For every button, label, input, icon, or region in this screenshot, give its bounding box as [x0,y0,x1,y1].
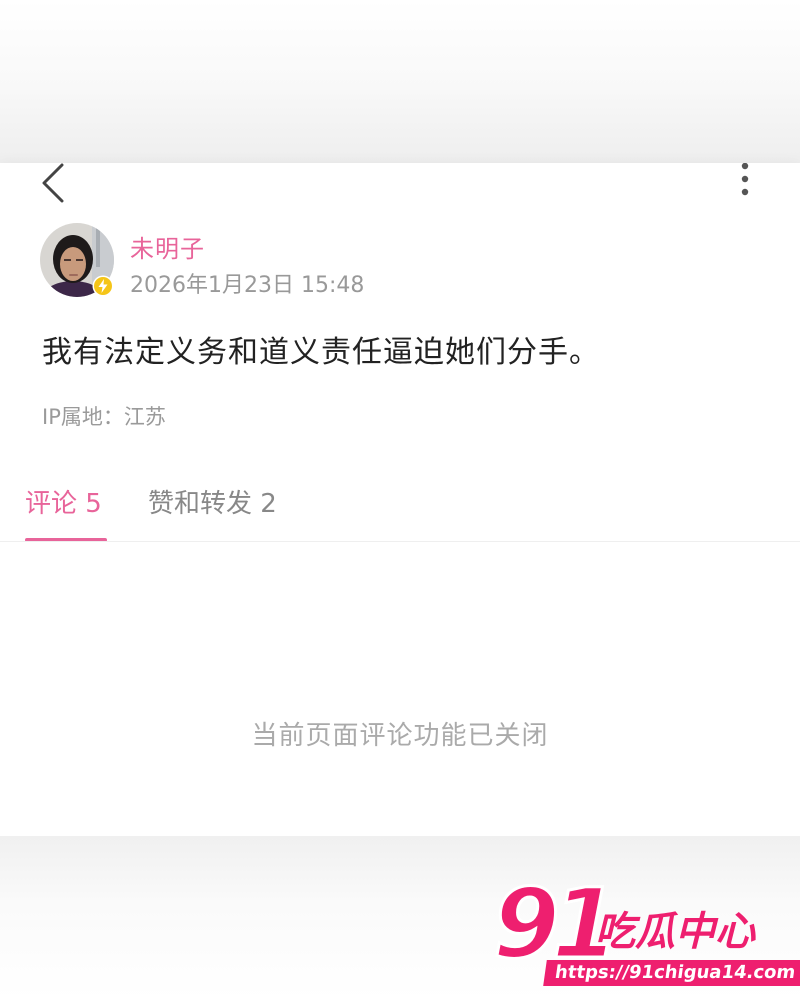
post-content: 我有法定义务和道义责任逼迫她们分手。 [42,335,600,370]
ip-location: IP属地：江苏 [42,405,166,429]
top-background [0,0,800,163]
watermark-text: 吃瓜中心 [595,909,755,955]
post-timestamp: 2026年1月23日 15:48 [130,273,365,298]
watermark-url: https://91chigua14.com [543,960,800,986]
lightning-badge-icon [92,275,114,297]
tab-divider [0,541,800,542]
tab-comments[interactable]: 评论 5 [25,483,102,520]
watermark-logo: 91 吃瓜中心 https://91chigua14.com [492,875,800,990]
back-button[interactable] [36,163,76,205]
back-arrow-icon [42,163,64,203]
more-options-button[interactable] [730,162,760,203]
comments-closed-message: 当前页面评论功能已关闭 [251,721,549,751]
watermark-number: 91 [492,868,621,980]
verified-badge [92,275,114,297]
author-name[interactable]: 未明子 [130,229,205,264]
tab-likes-reposts[interactable]: 赞和转发 2 [148,483,277,520]
more-vertical-icon [741,162,749,196]
post-detail-card: 未明子 2026年1月23日 15:48 我有法定义务和道义责任逼迫她们分手。 … [0,162,800,836]
